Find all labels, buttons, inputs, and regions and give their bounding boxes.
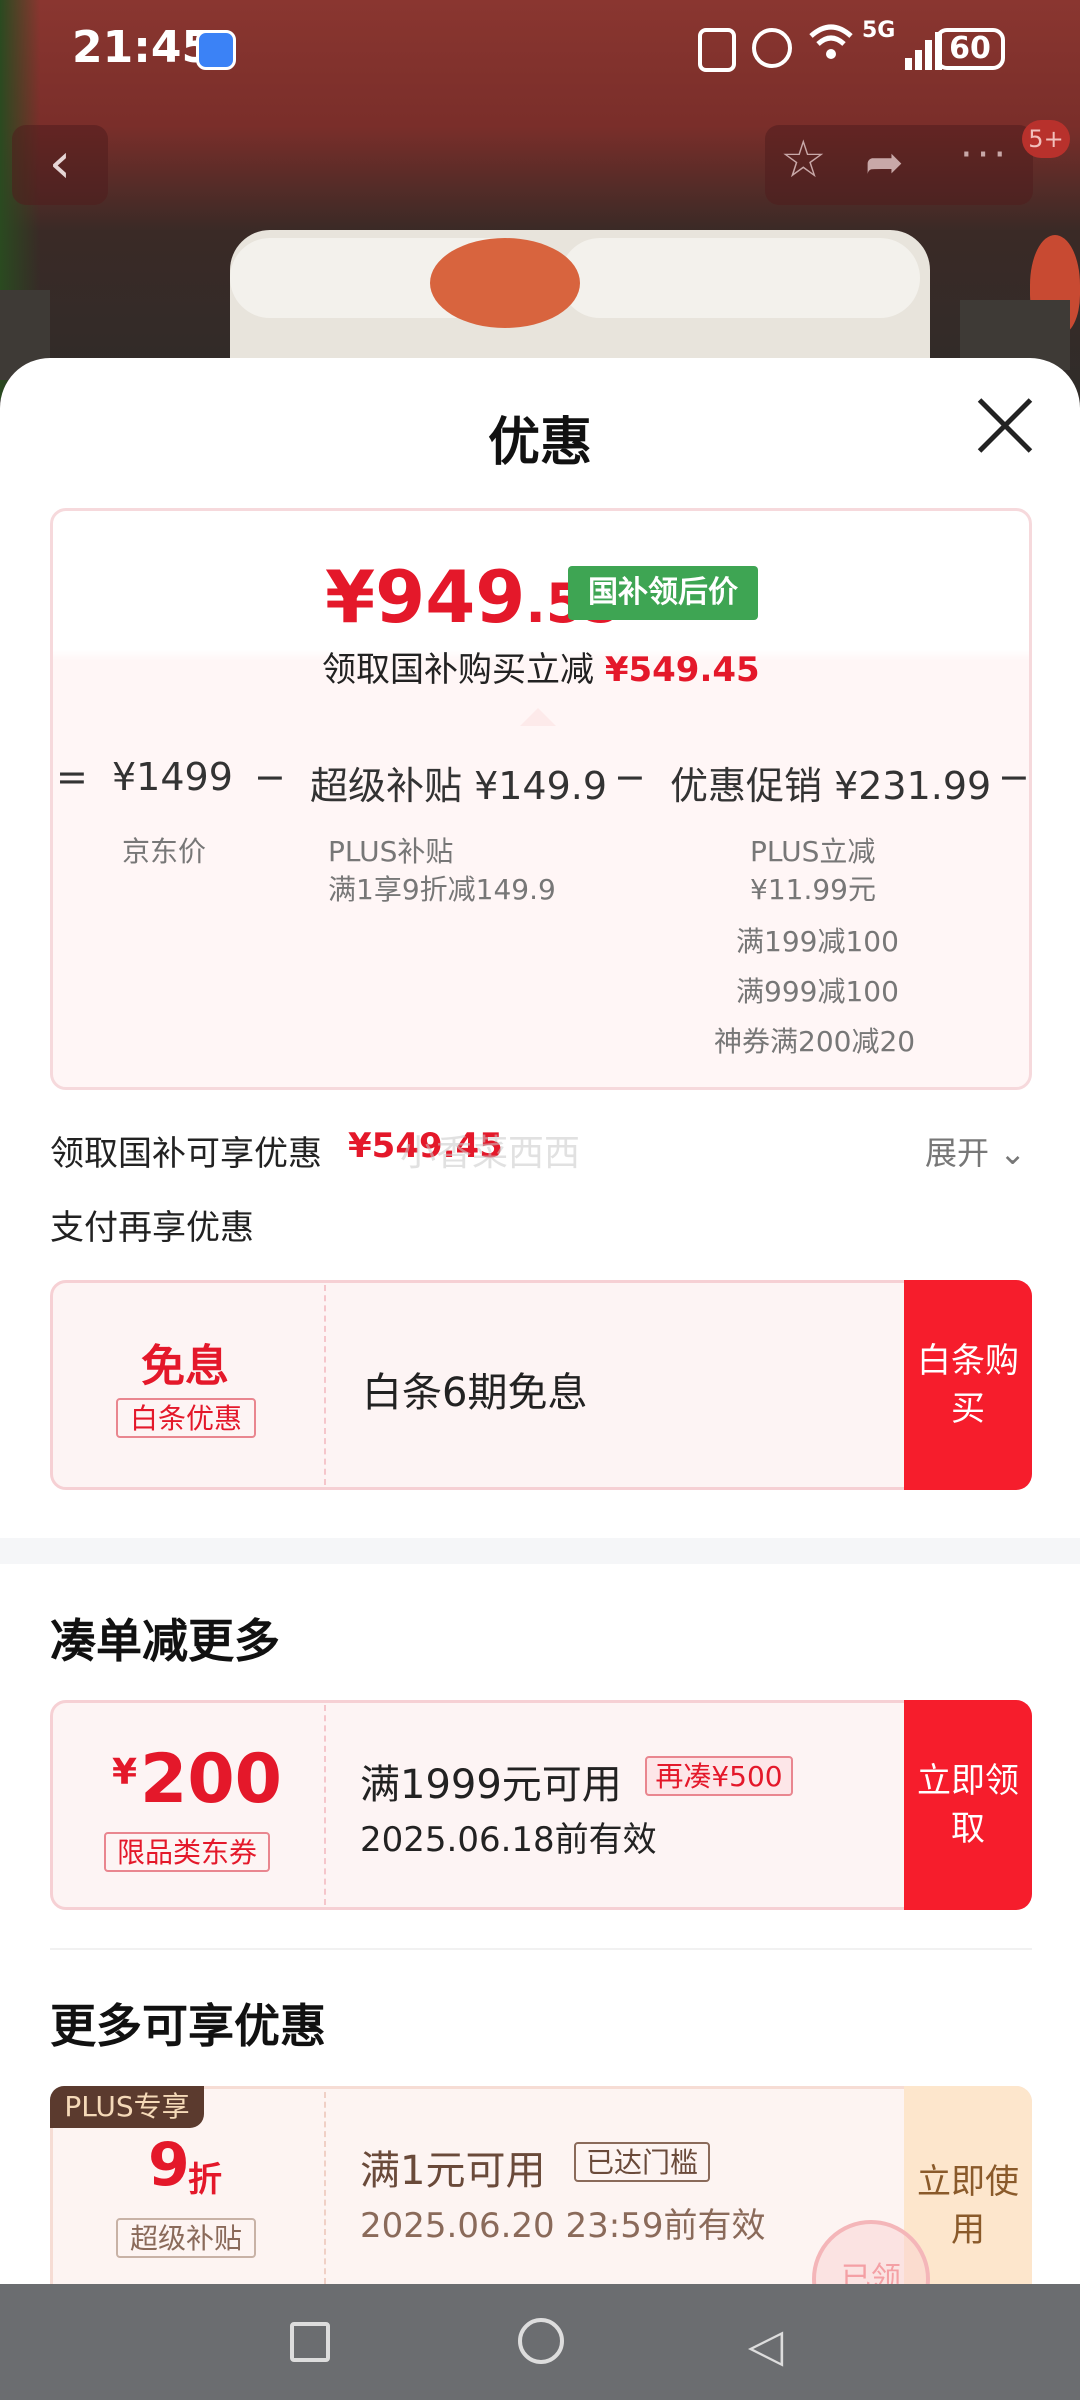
baitiao-title: 免息 [141, 1341, 229, 1392]
pillow-image [560, 238, 920, 318]
favorite-star-icon[interactable]: ☆ [780, 130, 827, 190]
coupon-expiry: 2025.06.18前有效 [360, 1820, 657, 1860]
network-type-label: 5G [862, 18, 896, 43]
plus-coupon-expiry: 2025.06.20 23:59前有效 [360, 2206, 766, 2246]
chevron-down-icon: ⌄ [999, 1134, 1026, 1172]
caret-pointer [520, 708, 556, 726]
cushion-image [430, 238, 580, 328]
wifi-icon [806, 22, 856, 72]
discount-unit: 折 [188, 2160, 222, 2200]
plus-exclusive-badge: PLUS专享 [50, 2086, 204, 2128]
price-integer: ¥949 [325, 555, 526, 639]
card-divider [324, 1705, 326, 1905]
notification-badge: 5+ [1022, 120, 1070, 158]
jd-price-label: 京东价 [122, 835, 207, 868]
subsidy-price-tag: 国补领后价 [568, 566, 758, 620]
promo-item: 满999减100 [736, 975, 899, 1008]
equals-sign: = [56, 755, 88, 799]
card-divider [324, 1285, 326, 1485]
minus-sign: − [254, 755, 286, 799]
close-icon[interactable] [975, 395, 1035, 455]
coupon-currency: ¥ [112, 1752, 138, 1793]
promo-item: 满199减100 [736, 925, 899, 958]
home-icon[interactable] [518, 2318, 564, 2364]
sheet-title: 优惠 [487, 413, 592, 473]
plus-cut-label: PLUS立减 [750, 835, 876, 868]
app-notification-icon [196, 30, 236, 70]
section-divider [0, 1538, 1080, 1564]
share-icon[interactable]: ➦ [865, 135, 904, 189]
threshold-chip: 已达门槛 [574, 2142, 710, 2182]
back-triangle-icon[interactable]: ◁ [748, 2318, 783, 2372]
plus-subsidy-desc: 满1享9折减149.9 [328, 873, 556, 906]
minus-sign: − [614, 755, 646, 799]
watermark: 小香菜西西 [400, 1133, 581, 1174]
more-heading: 更多可享优惠 [50, 1999, 326, 2053]
back-button[interactable]: ‹ [12, 125, 108, 205]
alarm-icon [752, 28, 792, 68]
guobu-label: 领取国补可享优惠 [50, 1134, 322, 1174]
claim-coupon-button[interactable]: 立即领取 [904, 1700, 1032, 1910]
promo-total: 优惠促销 ¥231.99 [670, 764, 992, 808]
jd-price: ¥1499 [112, 755, 233, 799]
baitiao-tag: 白条优惠 [116, 1398, 256, 1438]
promo-item: 神券满200减20 [714, 1025, 916, 1058]
super-subsidy-tag: 超级补贴 [116, 2218, 256, 2258]
subsidy-line-amount: ¥549.45 [604, 650, 760, 690]
more-icon[interactable]: ··· [960, 132, 1010, 178]
subsidy-line-text: 领取国补购买立减 [322, 650, 594, 690]
nfc-icon [698, 28, 736, 72]
coupon-chip: 再凑¥500 [645, 1756, 793, 1796]
separator [50, 1948, 1032, 1950]
coupon-amount: 200 [140, 1740, 282, 1819]
recent-apps-icon[interactable] [290, 2322, 330, 2362]
discount-value: 9 [148, 2130, 190, 2200]
baitiao-buy-button[interactable]: 白条购买 [904, 1280, 1032, 1490]
minus-sign: − [998, 755, 1030, 799]
subsidy-line: 领取国补购买立减 ¥549.45 [322, 642, 760, 691]
coupon-desc: 满1999元可用 [360, 1762, 622, 1808]
pay-heading: 支付再享优惠 [50, 1208, 254, 1248]
baitiao-desc: 白条6期免息 [362, 1370, 588, 1416]
status-time: 21:45 [72, 22, 213, 73]
coupon-tag: 限品类东券 [104, 1832, 270, 1872]
plus-coupon-desc: 满1元可用 [360, 2148, 546, 2194]
plus-cut-amount: ¥11.99元 [750, 873, 876, 906]
battery-icon: 60 [935, 28, 1005, 70]
combo-heading: 凑单减更多 [50, 1614, 280, 1668]
card-divider [324, 2092, 326, 2284]
super-subsidy: 超级补贴 ¥149.9 [310, 764, 608, 808]
expand-toggle[interactable]: 展开 ⌄ [925, 1128, 1026, 1174]
plus-subsidy-label: PLUS补贴 [328, 835, 454, 868]
expand-label: 展开 [925, 1134, 990, 1172]
